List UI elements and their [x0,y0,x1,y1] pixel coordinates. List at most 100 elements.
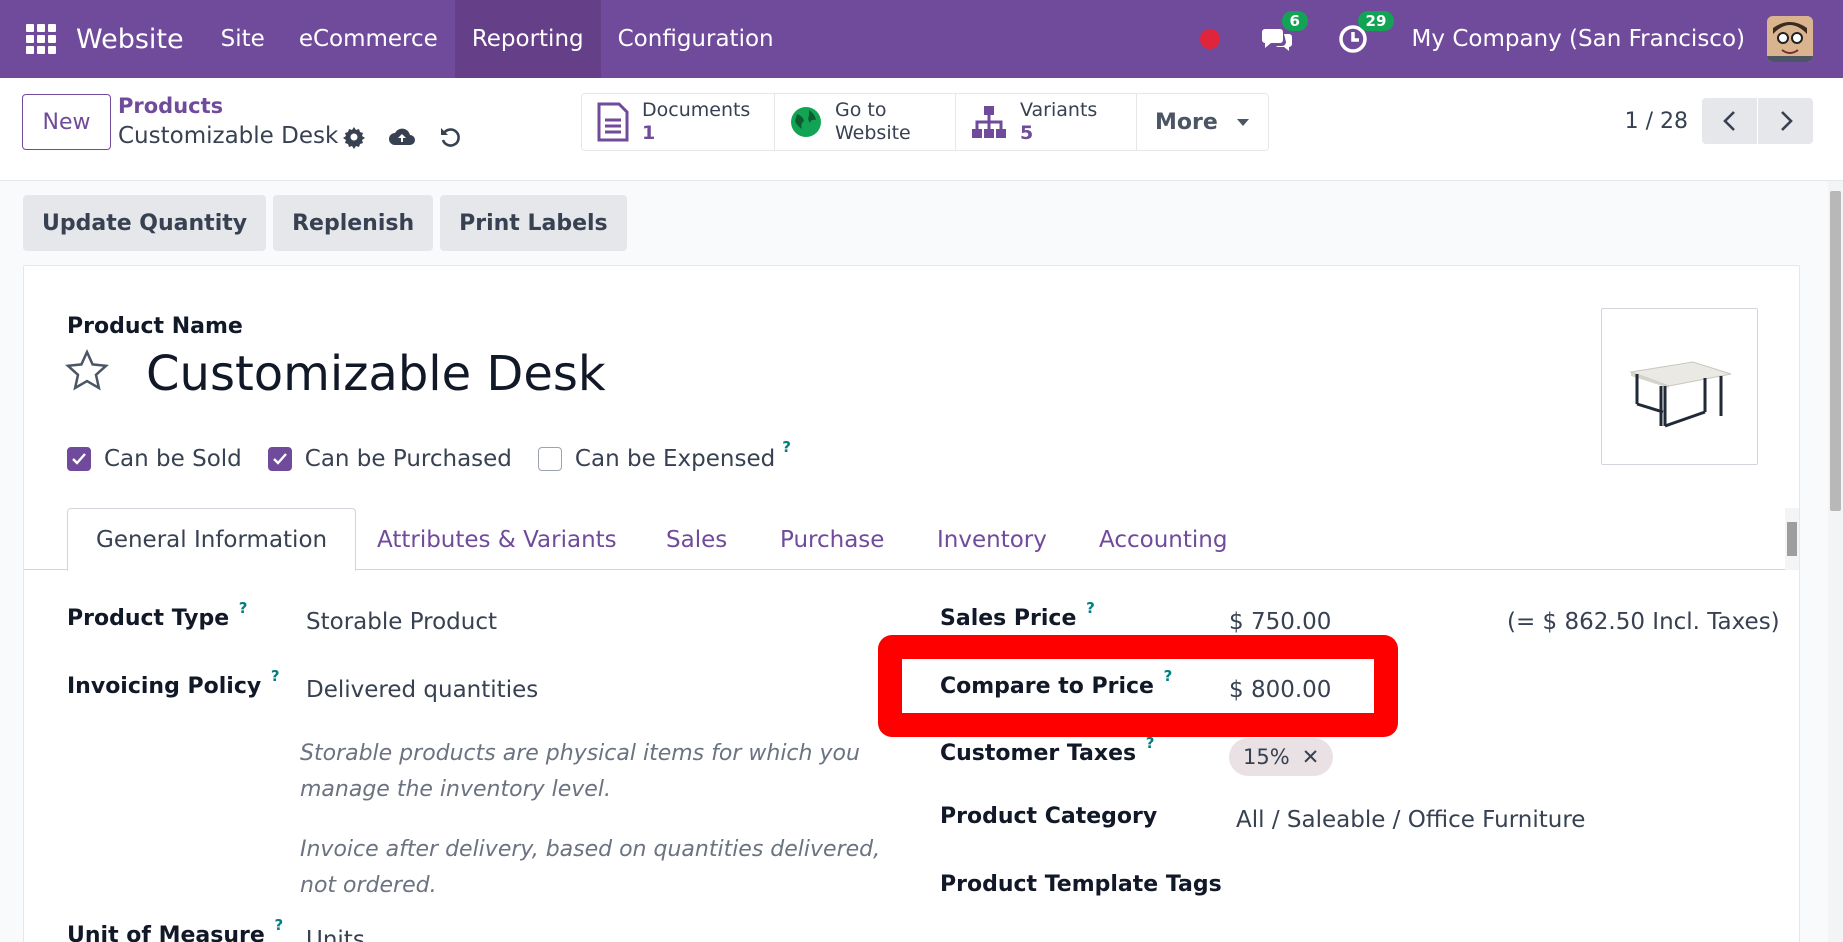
product-category-label: Product Category [940,804,1158,829]
help-tooltip-icon[interactable]: ? [274,916,283,934]
form-tabs: General Information Attributes & Variant… [24,508,1799,571]
tab-purchase[interactable]: Purchase [780,508,884,571]
note-line: not ordered. [300,873,437,898]
unit-of-measure-field[interactable]: Units [306,927,365,942]
help-tooltip-icon[interactable]: ? [1086,599,1095,617]
update-quantity-button[interactable]: Update Quantity [23,195,267,251]
globe-icon [791,107,821,137]
tab-attributes-variants[interactable]: Attributes & Variants [377,508,617,571]
website-label-line2: Website [835,122,911,144]
help-tooltip-icon[interactable]: ? [271,667,280,685]
tax-tag-label: 15% [1243,745,1290,769]
pager-previous-button[interactable] [1702,98,1757,144]
variants-count: 5 [1020,122,1034,144]
can-be-purchased-checkbox[interactable]: Can be Purchased [267,446,512,472]
page-scrollbar[interactable] [1828,181,1843,942]
product-type-label: Product Type ? [67,599,248,631]
compare-price-highlight-annotation [878,635,1398,737]
product-image[interactable] [1601,308,1758,465]
top-navbar: Website Site eCommerce Reporting Configu… [0,0,1843,78]
menu-configuration[interactable]: Configuration [601,0,791,78]
pager-value[interactable]: 1 / 28 [1625,109,1688,134]
messages-badge: 6 [1281,11,1308,31]
systray: 6 29 My Company (San Francisco) [1199,0,1843,78]
smart-buttons: Documents 1 Go to Website Variants 5 Mor… [581,93,1269,151]
invoicing-policy-field[interactable]: Delivered quantities [306,677,538,703]
apps-menu-icon[interactable] [26,24,56,54]
print-labels-button[interactable]: Print Labels [440,195,627,251]
remove-tag-icon[interactable]: ✕ [1302,745,1320,769]
can-be-sold-label: Can be Sold [104,446,242,472]
can-be-purchased-label: Can be Purchased [304,446,512,472]
note-line: Invoice after delivery, based on quantit… [300,837,881,862]
price-incl-taxes: (= $ 862.50 Incl. Taxes) [1507,609,1780,635]
record-actions [340,123,464,151]
cloud-upload-icon[interactable] [388,123,416,151]
checkbox-checked-icon[interactable] [267,447,292,471]
can-be-expensed-checkbox[interactable]: Can be Expensed ? [537,438,791,472]
product-type-help-text: Storable products are physical items for… [300,736,860,808]
gear-icon[interactable] [340,123,368,151]
documents-smart-button[interactable]: Documents 1 [582,94,775,150]
messages-icon[interactable]: 6 [1260,11,1308,57]
scrollbar-thumb[interactable] [1787,522,1797,556]
activities-badge: 29 [1357,11,1395,31]
documents-count: 1 [642,122,656,144]
replenish-button[interactable]: Replenish [273,195,434,251]
user-avatar[interactable] [1767,16,1813,62]
checkbox-unchecked-icon[interactable] [537,447,562,471]
help-tooltip-icon[interactable]: ? [239,599,248,617]
chevron-right-icon [1780,111,1793,131]
favorite-star-icon[interactable] [64,348,110,394]
tab-inventory[interactable]: Inventory [937,508,1047,571]
scrollbar-thumb[interactable] [1830,191,1841,511]
can-be-sold-checkbox[interactable]: Can be Sold [67,446,242,472]
form-action-buttons: Update Quantity Replenish Print Labels [23,195,627,251]
activities-icon[interactable]: 29 [1336,11,1395,57]
invoicing-policy-help-text: Invoice after delivery, based on quantit… [300,832,880,904]
can-be-expensed-label: Can be Expensed [574,446,776,472]
product-template-tags-label: Product Template Tags [940,872,1222,897]
new-button[interactable]: New [22,94,111,150]
product-type-field[interactable]: Storable Product [306,609,497,635]
product-checkboxes: Can be Sold Can be Purchased Can be Expe… [67,438,791,472]
pager: 1 / 28 [1625,98,1813,144]
menu-site[interactable]: Site [204,0,282,78]
checkbox-checked-icon[interactable] [67,447,91,471]
help-tooltip-icon[interactable]: ? [782,438,791,456]
app-brand[interactable]: Website [76,24,184,55]
note-line: Storable products are physical items for… [300,741,860,766]
variants-label: Variants [1020,99,1098,121]
customer-taxes-label: Customer Taxes ? [940,734,1155,766]
product-name-field[interactable]: Customizable Desk [146,346,606,402]
product-name-label: Product Name [67,314,243,339]
menu-ecommerce[interactable]: eCommerce [282,0,455,78]
note-line: manage the inventory level. [300,777,611,802]
desk-image-icon [1628,360,1731,427]
sitemap-icon [972,106,1006,138]
product-category-field[interactable]: All / Saleable / Office Furniture [1236,807,1585,833]
variants-smart-button[interactable]: Variants 5 [956,94,1137,150]
more-dropdown[interactable]: More [1137,94,1268,150]
more-label: More [1155,109,1218,135]
breadcrumb-current: Customizable Desk [118,123,339,149]
menu-reporting[interactable]: Reporting [454,0,601,78]
company-switcher[interactable]: My Company (San Francisco) [1412,26,1745,52]
caret-down-icon [1236,119,1249,126]
customer-tax-tag[interactable]: 15% ✕ [1229,738,1334,776]
tab-accounting[interactable]: Accounting [1099,508,1227,571]
sales-price-label: Sales Price ? [940,599,1095,631]
breadcrumb-parent[interactable]: Products [118,94,223,118]
control-panel: New Products Customizable Desk Documents… [0,78,1843,181]
tab-sales[interactable]: Sales [666,508,727,571]
recording-indicator-icon[interactable] [1199,29,1220,49]
tabs-scrollbar[interactable] [1785,508,1799,570]
tab-general-information[interactable]: General Information [67,508,357,571]
chevron-left-icon [1722,111,1735,131]
main-menu: Site eCommerce Reporting Configuration [204,0,791,78]
go-to-website-smart-button[interactable]: Go to Website [775,94,956,150]
discard-changes-icon[interactable] [436,123,464,151]
unit-of-measure-label: Unit of Measure ? [67,916,284,942]
sales-price-field[interactable]: $ 750.00 [1229,609,1331,635]
pager-next-button[interactable] [1758,98,1813,144]
